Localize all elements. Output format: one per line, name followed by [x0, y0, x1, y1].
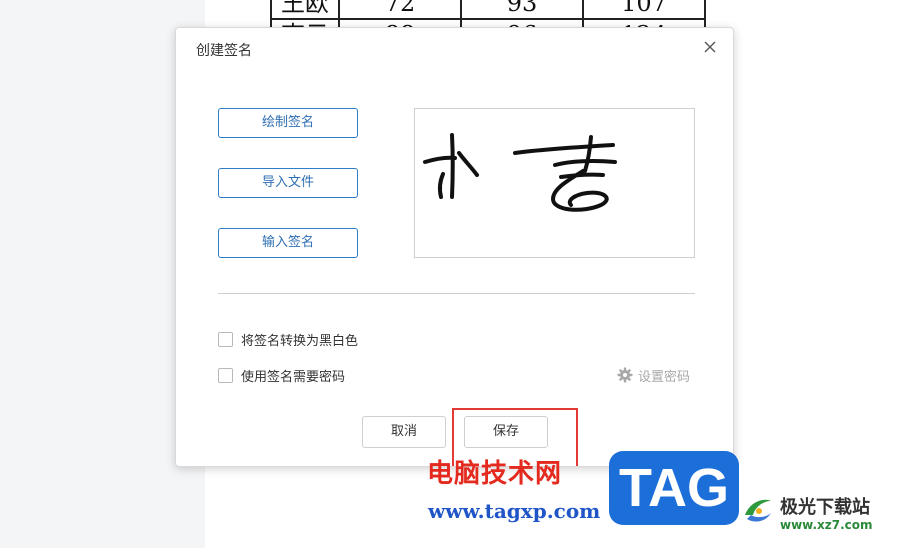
draw-signature-button[interactable]: 绘制签名: [218, 108, 358, 138]
cancel-button[interactable]: 取消: [362, 416, 446, 448]
set-password-link[interactable]: 设置密码: [617, 366, 691, 385]
password-label: 使用签名需要密码: [241, 369, 346, 385]
signature-drawing: [423, 133, 617, 212]
type-signature-button[interactable]: 输入签名: [218, 228, 358, 258]
tag-logo-text: TAG: [619, 458, 729, 518]
tag-logo: TAG: [609, 451, 739, 525]
watermark-xz-url: www.xz7.com: [780, 518, 873, 532]
import-file-button[interactable]: 导入文件: [218, 168, 358, 198]
signature-preview: [414, 108, 695, 258]
table-cell: 72: [338, 0, 462, 20]
aurora-logo-icon: [745, 499, 771, 522]
table-cell: 93: [460, 0, 584, 20]
password-checkbox[interactable]: [218, 367, 233, 383]
set-password-label: 设置密码: [638, 369, 691, 385]
dialog-title: 创建签名: [196, 43, 252, 59]
bw-option: 将签名转换为黑白色: [218, 330, 359, 349]
table-cell: 王欧: [270, 0, 340, 20]
password-option: 使用签名需要密码: [218, 366, 346, 385]
close-button[interactable]: [701, 38, 719, 56]
watermark-xz-name: 极光下载站: [780, 497, 870, 518]
watermark-site-name: 电脑技术网: [427, 459, 563, 489]
bw-label: 将签名转换为黑白色: [241, 333, 359, 349]
divider: [218, 293, 695, 294]
create-signature-dialog: 创建签名 绘制签名 导入文件 输入签名 将签名转换为黑白色 使用签名需要密码 设…: [175, 27, 734, 467]
table-row: 王欧 72 93 107: [270, 0, 706, 20]
table-cell: 107: [582, 0, 706, 20]
close-icon: [704, 41, 716, 53]
gear-icon: [617, 367, 633, 383]
watermark-site-url: www.tagxp.com: [428, 499, 601, 523]
bw-checkbox[interactable]: [218, 331, 233, 347]
